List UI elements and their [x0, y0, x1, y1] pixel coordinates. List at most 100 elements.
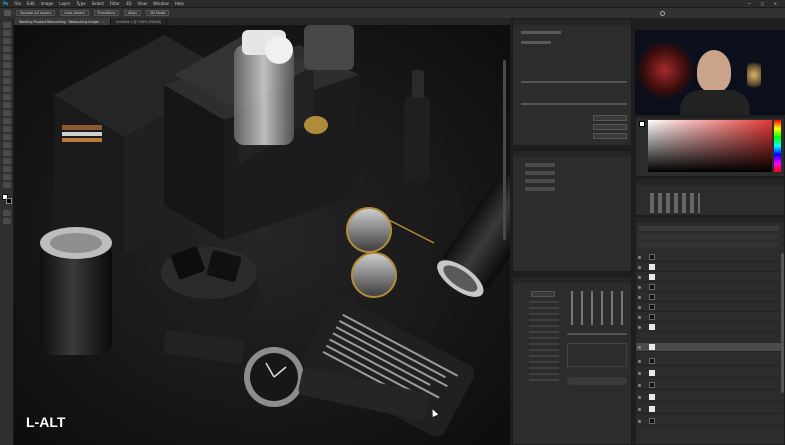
layer-row[interactable]: [636, 417, 782, 426]
eye-icon[interactable]: [638, 275, 641, 279]
history-brush-tool-icon[interactable]: [3, 94, 11, 100]
layers-blend-row[interactable]: [639, 234, 779, 239]
menu-select[interactable]: Select: [92, 1, 104, 6]
eye-icon[interactable]: [638, 419, 641, 423]
layers-lock-row[interactable]: [639, 242, 779, 247]
eye-icon[interactable]: [638, 345, 641, 349]
menu-image[interactable]: Image: [41, 1, 54, 6]
dodge-tool-icon[interactable]: [3, 126, 11, 132]
properties-button[interactable]: [593, 124, 627, 130]
brush-tool-icon[interactable]: [3, 78, 11, 84]
color-swatch-fg[interactable]: [639, 121, 645, 127]
screen-mode-icon[interactable]: [3, 218, 11, 224]
gradient-tool-icon[interactable]: [3, 110, 11, 116]
move-tool-icon[interactable]: [3, 22, 11, 28]
menu-edit[interactable]: Edit: [27, 1, 35, 6]
layers-filter-row[interactable]: [639, 226, 779, 231]
shape-tool-icon[interactable]: [3, 158, 11, 164]
menu-layer[interactable]: Layer: [59, 1, 70, 6]
clone-stamp-tool-icon[interactable]: [3, 86, 11, 92]
eye-icon[interactable]: [638, 285, 641, 289]
color-field[interactable]: [648, 120, 772, 172]
lasso-tool-icon[interactable]: [3, 38, 11, 44]
menu-type[interactable]: Type: [76, 1, 85, 6]
blur-tool-icon[interactable]: [3, 118, 11, 124]
layers-scrollbar[interactable]: [781, 253, 784, 393]
layer-row[interactable]: [636, 253, 782, 262]
eyedropper-tool-icon[interactable]: [3, 62, 11, 68]
menu-view[interactable]: View: [137, 1, 147, 6]
marquee-tool-icon[interactable]: [3, 30, 11, 36]
channel-row[interactable]: [525, 163, 555, 167]
quick-mask-icon[interactable]: [3, 210, 11, 216]
option-3d-mode[interactable]: 3D Mode: [145, 10, 170, 16]
eye-icon[interactable]: [638, 371, 641, 375]
menu-3d[interactable]: 3D: [126, 1, 132, 6]
eye-icon[interactable]: [638, 315, 641, 319]
layer-row[interactable]: [636, 293, 782, 302]
layer-row[interactable]: [636, 357, 782, 366]
brush-option-list[interactable]: [529, 301, 559, 381]
menu-file[interactable]: File: [14, 1, 21, 6]
layer-row[interactable]: [636, 303, 782, 312]
adjustment-icons[interactable]: [650, 193, 700, 213]
eye-icon[interactable]: [638, 383, 641, 387]
layers-tabs[interactable]: [636, 217, 784, 223]
type-tool-icon[interactable]: [3, 142, 11, 148]
path-select-tool-icon[interactable]: [3, 150, 11, 156]
menu-help[interactable]: Help: [175, 1, 184, 6]
menu-window[interactable]: Window: [153, 1, 169, 6]
layer-row[interactable]: [636, 393, 782, 402]
eye-icon[interactable]: [638, 407, 641, 411]
eye-icon[interactable]: [638, 295, 641, 299]
layer-row[interactable]: [636, 263, 782, 272]
healing-tool-icon[interactable]: [3, 70, 11, 76]
document-tab-active[interactable]: Working Product Retouching · Retouching …: [14, 18, 112, 25]
eye-icon[interactable]: [638, 255, 641, 259]
quick-select-tool-icon[interactable]: [3, 46, 11, 52]
properties-button[interactable]: [593, 115, 627, 121]
option-auto-select[interactable]: Auto-Select: [60, 10, 89, 16]
eye-icon[interactable]: [638, 305, 641, 309]
properties-slider[interactable]: [521, 81, 627, 83]
zoom-tool-icon[interactable]: [3, 174, 11, 180]
layer-row[interactable]: [636, 273, 782, 282]
layer-row[interactable]: [636, 369, 782, 378]
brush-tip-grid[interactable]: [567, 291, 627, 325]
more-tools-icon[interactable]: [3, 182, 11, 188]
canvas-scrollbar[interactable]: [503, 60, 506, 240]
layer-row[interactable]: [636, 323, 782, 332]
properties-button[interactable]: [593, 133, 627, 139]
channel-row[interactable]: [525, 171, 555, 175]
search-icon[interactable]: [660, 10, 665, 16]
eye-icon[interactable]: [638, 265, 641, 269]
channel-row[interactable]: [525, 187, 555, 191]
layer-thumbnail: [649, 370, 655, 376]
brush-presets-button[interactable]: [531, 291, 555, 297]
layer-row[interactable]: [636, 313, 782, 322]
layer-row-selected[interactable]: [636, 343, 782, 352]
brush-size-slider[interactable]: [567, 333, 627, 335]
layer-row[interactable]: [636, 405, 782, 414]
eye-icon[interactable]: [638, 325, 641, 329]
option-align[interactable]: Align: [123, 10, 141, 16]
document-tab-second[interactable]: Untitled-1 @ 100% (RGB/8): [111, 18, 168, 25]
menu-filter[interactable]: Filter: [110, 1, 120, 6]
document-canvas[interactable]: [14, 25, 510, 445]
eye-icon[interactable]: [638, 395, 641, 399]
layer-row[interactable]: [636, 381, 782, 390]
background-color-swatch[interactable]: [6, 198, 12, 204]
option-transform[interactable]: Transform: [93, 10, 119, 16]
properties-slider[interactable]: [521, 103, 627, 105]
eraser-tool-icon[interactable]: [3, 102, 11, 108]
eye-icon[interactable]: [638, 359, 641, 363]
option-sample-all[interactable]: Sample All Layers: [16, 10, 56, 16]
layer-row[interactable]: [636, 283, 782, 292]
pen-tool-icon[interactable]: [3, 134, 11, 140]
hue-slider[interactable]: [774, 120, 781, 172]
channel-row[interactable]: [525, 179, 555, 183]
window-controls[interactable]: — ▢ ✕: [747, 1, 781, 6]
move-tool-icon[interactable]: [4, 10, 11, 16]
hand-tool-icon[interactable]: [3, 166, 11, 172]
crop-tool-icon[interactable]: [3, 54, 11, 60]
